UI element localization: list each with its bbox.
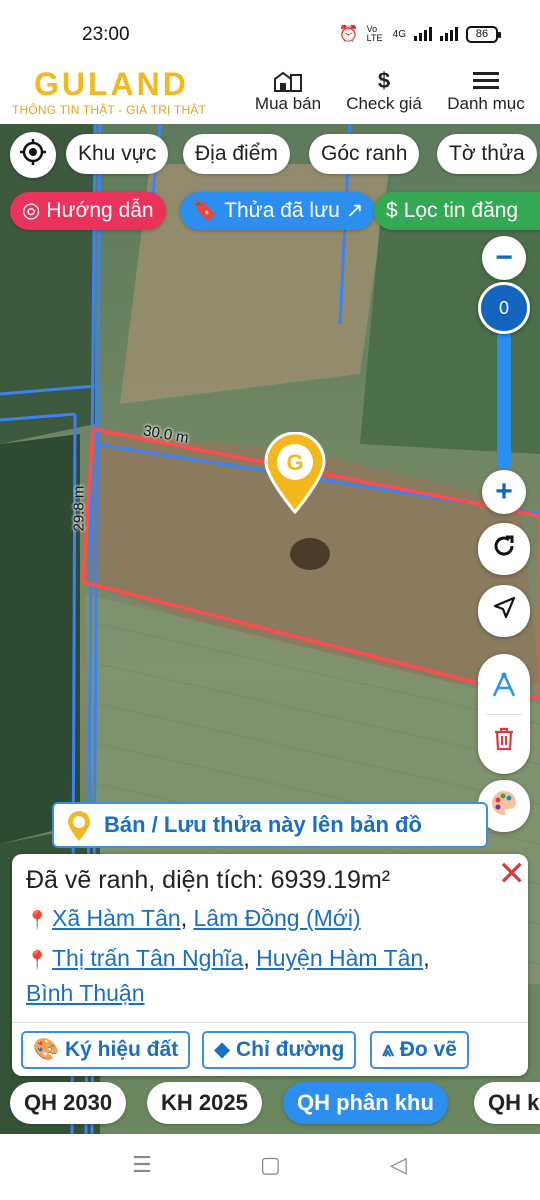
parcel-area-title: Đã vẽ ranh, diện tích: 6939.19m² — [26, 866, 391, 894]
status-bar: 23:00 ⏰ Vo LTE 4G 86 — [0, 0, 540, 62]
dollar-icon: $ — [377, 68, 391, 93]
palette-icon: 🎨 — [33, 1038, 60, 1061]
filter-to-thua[interactable]: Tờ thửa — [437, 134, 537, 174]
location-pin-icon: 📍 — [26, 950, 49, 970]
filter-dia-diem[interactable]: Địa điểm — [183, 134, 290, 174]
refresh-button[interactable] — [478, 523, 530, 575]
compass-draw-icon: ⩓ — [382, 1038, 394, 1061]
logo-text: GULAND — [34, 66, 189, 102]
menu-icon — [443, 68, 529, 94]
delete-button[interactable] — [478, 716, 530, 766]
new-location: 📍 Xã Hàm Tân, Lâm Đồng (Mới) — [26, 902, 361, 937]
measure-label: Đo vẽ — [399, 1038, 457, 1061]
nav-label: Danh mục — [447, 94, 525, 113]
volte-label: Vo LTE — [366, 24, 383, 43]
filter-khu-vuc[interactable]: Khu vực — [66, 134, 169, 174]
back-icon[interactable]: ◁ — [390, 1152, 407, 1178]
land-symbol-button[interactable]: 🎨 Ký hiệu đất — [21, 1031, 191, 1069]
filter-goc-ranh[interactable]: Góc ranh — [309, 134, 420, 174]
layer-qh-phan-khu[interactable]: QH phân khu — [283, 1082, 448, 1124]
guland-logo[interactable]: GULAND THÔNG TIN THẬT - GIÁ TRỊ THẬT — [12, 67, 222, 117]
network-label: 4G — [392, 28, 406, 40]
layer-qh-2030[interactable]: QH 2030 — [10, 1082, 127, 1124]
parcel-info-panel: Đã vẽ ranh, diện tích: 6939.19m² ✕ 📍 Xã H… — [12, 854, 528, 1076]
guland-pin-icon — [66, 810, 92, 856]
status-icons: ⏰ Vo LTE 4G 86 — [338, 24, 501, 44]
home-icon[interactable]: ▢ — [260, 1152, 281, 1178]
battery-icon: 86 — [466, 25, 501, 43]
system-nav-bar: ☰ ▢ ◁ — [0, 1134, 540, 1200]
minus-icon: − — [495, 241, 513, 274]
navigate-button[interactable] — [478, 585, 530, 637]
land-symbol-label: Ký hiệu đất — [65, 1038, 179, 1061]
palette-icon — [489, 788, 519, 825]
saved-parcels-button[interactable]: 🔖 Thửa đã lưu ↗ — [180, 192, 376, 230]
logo-tagline: THÔNG TIN THẬT - GIÁ TRỊ THẬT — [12, 103, 207, 117]
app-header: GULAND THÔNG TIN THẬT - GIÁ TRỊ THẬT Mua… — [0, 62, 540, 124]
save-parcel-label: Bán / Lưu thửa này lên bản đồ — [104, 812, 422, 837]
trash-icon — [493, 727, 515, 756]
drawing-tools — [478, 654, 530, 774]
plus-icon: + — [495, 475, 513, 508]
nav-danh-muc[interactable]: Danh mục — [443, 68, 529, 114]
guide-button[interactable]: ◎ Hướng dẫn — [10, 192, 166, 230]
nav-label: Mua bán — [254, 94, 322, 113]
target-icon: ◎ — [22, 199, 41, 222]
directions-button[interactable]: ◆ Chỉ đường — [202, 1031, 357, 1069]
filter-listings-button[interactable]: $ Lọc tin đăng — [374, 192, 540, 230]
status-time: 23:00 — [82, 24, 130, 45]
locate-me-button[interactable] — [10, 132, 56, 178]
zoom-out-button[interactable]: − — [482, 236, 526, 280]
zoom-slider-track[interactable] — [497, 330, 511, 470]
dollar-icon: $ — [386, 199, 398, 222]
saved-label: Thửa đã lưu — [224, 199, 340, 222]
tool-divider — [486, 714, 522, 715]
draw-tool-button[interactable] — [478, 662, 530, 712]
town-link[interactable]: Thị trấn Tân Nghĩa — [52, 945, 243, 971]
nav-label: Check giá — [346, 94, 422, 113]
guide-label: Hướng dẫn — [46, 199, 154, 222]
old-province-link[interactable]: Bình Thuận — [26, 980, 145, 1006]
zoom-in-button[interactable]: + — [482, 470, 526, 514]
nav-check-gia[interactable]: $ Check giá — [342, 68, 426, 114]
layer-qh-k[interactable]: QH k — [474, 1082, 540, 1124]
save-parcel-button[interactable]: Bán / Lưu thửa này lên bản đồ — [52, 802, 488, 848]
signal-icon-2 — [440, 27, 458, 41]
nav-mua-ban[interactable]: Mua bán — [250, 68, 326, 114]
compass-draw-icon — [489, 670, 519, 705]
svg-text:G: G — [286, 450, 303, 475]
filter-listings-label: Lọc tin đăng — [403, 199, 519, 222]
location-pin-icon: 📍 — [26, 910, 49, 930]
building-icon — [250, 68, 326, 94]
recent-apps-icon[interactable]: ☰ — [132, 1152, 152, 1178]
directions-icon: ◆ — [214, 1038, 231, 1061]
refresh-icon — [491, 533, 517, 566]
district-link[interactable]: Huyện Hàm Tân — [256, 945, 423, 971]
measure-button[interactable]: ⩓ Đo vẽ — [370, 1031, 469, 1069]
zoom-slider-knob[interactable]: 0 — [478, 282, 530, 334]
province-link[interactable]: Lâm Đồng (Mới) — [193, 905, 360, 931]
navigation-arrow-icon — [492, 596, 516, 627]
external-arrow-icon: ↗ — [345, 199, 364, 222]
directions-label: Chỉ đường — [236, 1038, 345, 1061]
close-icon[interactable]: ✕ — [498, 854, 527, 894]
layer-kh-2025[interactable]: KH 2025 — [147, 1082, 262, 1124]
bookmark-icon: 🔖 — [192, 199, 219, 222]
old-location: 📍 Thị trấn Tân Nghĩa, Huyện Hàm Tân, Bình … — [26, 945, 430, 1006]
dimension-left: 29.8 m — [70, 485, 88, 532]
alarm-icon: ⏰ — [338, 26, 359, 43]
panel-divider — [12, 1022, 528, 1023]
commune-link[interactable]: Xã Hàm Tân — [52, 905, 181, 931]
crosshair-icon — [19, 138, 47, 173]
signal-icon — [414, 27, 432, 41]
